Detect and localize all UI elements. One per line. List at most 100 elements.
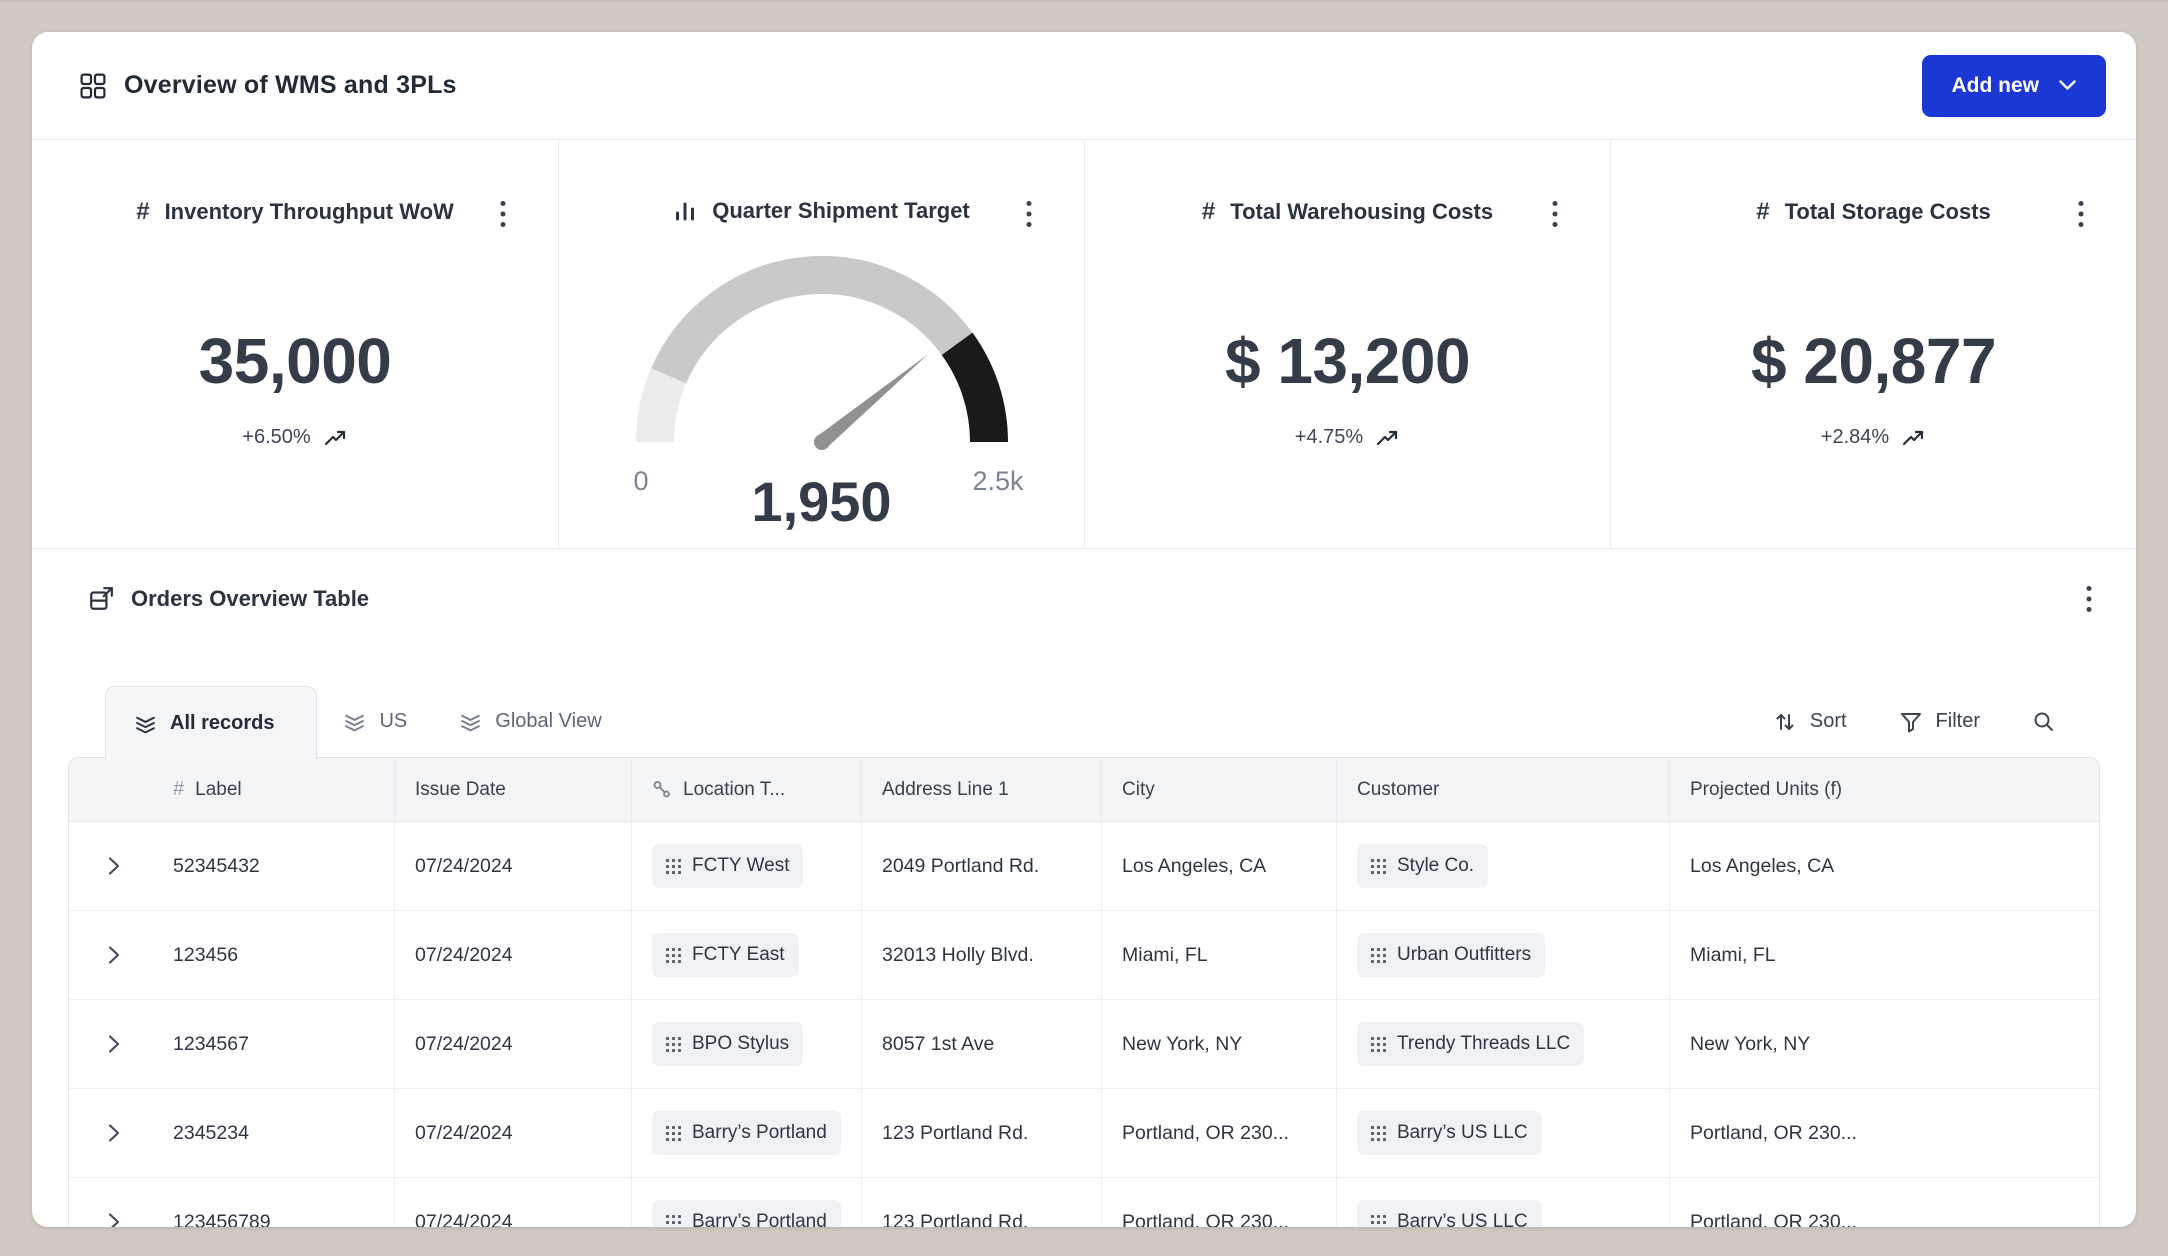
- row-expand-chevron-icon[interactable]: [107, 1123, 121, 1143]
- gauge-needle: [810, 348, 933, 453]
- cell-issue-date: 07/24/2024: [394, 1000, 631, 1088]
- cell-address: 123 Portland Rd.: [861, 1178, 1101, 1227]
- search-button[interactable]: [2032, 710, 2056, 734]
- tab-label: All records: [170, 712, 274, 735]
- grid-dots-icon: [666, 948, 681, 963]
- customer-chip[interactable]: Trendy Threads LLC: [1357, 1022, 1584, 1066]
- filter-button[interactable]: Filter: [1899, 710, 1980, 734]
- kpi-card-warehousing-costs: # Total Warehousing Costs $ 13,200 +4.75…: [1084, 140, 1610, 548]
- cell-customer: Trendy Threads LLC: [1336, 1000, 1669, 1088]
- grid-dots-icon: [666, 859, 681, 874]
- kebab-menu-icon[interactable]: [1552, 200, 1558, 228]
- kpi-title: Total Warehousing Costs: [1230, 199, 1493, 225]
- number-field-icon: #: [1202, 198, 1215, 226]
- column-header-city: City: [1101, 758, 1336, 821]
- sort-arrows-icon: [1773, 710, 1797, 734]
- trending-up-icon: [1902, 428, 1926, 448]
- kebab-menu-icon[interactable]: [1026, 200, 1032, 228]
- layers-icon: [343, 710, 366, 733]
- cell-address: 123 Portland Rd.: [861, 1089, 1101, 1177]
- tab-us[interactable]: US: [317, 685, 433, 758]
- table-controls: Sort Filter: [1773, 710, 2100, 734]
- row-expand-chevron-icon[interactable]: [107, 856, 121, 876]
- column-header-customer: Customer: [1336, 758, 1669, 821]
- grid-dots-icon: [1371, 1215, 1386, 1228]
- cell-customer: Style Co.: [1336, 822, 1669, 910]
- kpi-delta-text: +2.84%: [1821, 426, 1889, 449]
- kpi-value: 35,000: [32, 324, 558, 398]
- kpi-card-quarter-shipment-target: Quarter Shipment Target 0 2.5k 1,950: [558, 140, 1084, 548]
- cell-label: 52345432: [69, 822, 394, 910]
- sort-button[interactable]: Sort: [1773, 710, 1847, 734]
- cell-projected-units: New York, NY: [1669, 1000, 2099, 1088]
- kebab-menu-icon[interactable]: [2086, 585, 2092, 613]
- gauge-max-label: 2.5k: [972, 466, 1023, 497]
- grid-dots-icon: [1371, 948, 1386, 963]
- filter-label: Filter: [1936, 710, 1980, 733]
- dashboard-window: Overview of WMS and 3PLs Add new # Inven…: [32, 32, 2136, 1227]
- kpi-delta: +2.84%: [1611, 426, 2136, 449]
- cell-location: FCTY East: [631, 911, 861, 999]
- search-icon: [2032, 710, 2056, 734]
- location-chip[interactable]: FCTY East: [652, 933, 799, 977]
- row-expand-chevron-icon[interactable]: [107, 945, 121, 965]
- cell-location: FCTY West: [631, 822, 861, 910]
- table-row: 52345432 07/24/2024 FCTY West 2049 Portl…: [69, 822, 2099, 911]
- cell-label: 123456789: [69, 1178, 394, 1227]
- grid-dots-icon: [1371, 1037, 1386, 1052]
- column-header-address: Address Line 1: [861, 758, 1101, 821]
- kpi-card-header: # Inventory Throughput WoW: [32, 198, 558, 226]
- row-expand-chevron-icon[interactable]: [107, 1212, 121, 1227]
- grid-dots-icon: [1371, 1126, 1386, 1141]
- location-chip[interactable]: Barry’s Portland: [652, 1111, 841, 1155]
- kpi-title: Total Storage Costs: [1785, 199, 1991, 225]
- location-chip[interactable]: FCTY West: [652, 844, 803, 888]
- chevron-down-icon: [2059, 80, 2076, 91]
- gauge-min-label: 0: [634, 466, 649, 497]
- column-header-label: # Label: [69, 758, 394, 821]
- gauge-chart: 0 2.5k 1,950: [632, 252, 1012, 534]
- cell-address: 2049 Portland Rd.: [861, 822, 1101, 910]
- trending-up-icon: [324, 428, 348, 448]
- cell-customer: Barry’s US LLC: [1336, 1178, 1669, 1227]
- tab-global-view[interactable]: Global View: [433, 685, 627, 758]
- location-chip[interactable]: Barry’s Portland: [652, 1200, 841, 1227]
- cell-customer: Barry’s US LLC: [1336, 1089, 1669, 1177]
- kpi-card-inventory-throughput: # Inventory Throughput WoW 35,000 +6.50%: [32, 140, 558, 548]
- number-field-icon: #: [173, 778, 184, 801]
- customer-chip[interactable]: Style Co.: [1357, 844, 1488, 888]
- cell-customer: Urban Outfitters: [1336, 911, 1669, 999]
- kebab-menu-icon[interactable]: [500, 200, 506, 228]
- page-title: Overview of WMS and 3PLs: [124, 71, 457, 100]
- kpi-row: # Inventory Throughput WoW 35,000 +6.50%: [32, 140, 2136, 549]
- cell-city: Portland, OR 230...: [1101, 1089, 1336, 1177]
- expand-table-icon: [88, 586, 114, 612]
- grid-dots-icon: [666, 1037, 681, 1052]
- table-row: 2345234 07/24/2024 Barry’s Portland 123 …: [69, 1089, 2099, 1178]
- customer-chip[interactable]: Barry’s US LLC: [1357, 1111, 1542, 1155]
- customer-chip[interactable]: Barry’s US LLC: [1357, 1200, 1542, 1227]
- row-expand-chevron-icon[interactable]: [107, 1034, 121, 1054]
- location-chip[interactable]: BPO Stylus: [652, 1022, 803, 1066]
- filter-funnel-icon: [1899, 710, 1923, 734]
- grid-dots-icon: [666, 1215, 681, 1228]
- kpi-value: $ 20,877: [1611, 324, 2136, 398]
- add-new-button[interactable]: Add new: [1922, 55, 2107, 117]
- add-new-label: Add new: [1952, 74, 2040, 98]
- table-row: 123456789 07/24/2024 Barry’s Portland 12…: [69, 1178, 2099, 1227]
- cell-issue-date: 07/24/2024: [394, 1178, 631, 1227]
- kpi-card-storage-costs: # Total Storage Costs $ 20,877 +2.84%: [1610, 140, 2136, 548]
- number-field-icon: #: [1756, 198, 1769, 226]
- cell-projected-units: Portland, OR 230...: [1669, 1178, 2099, 1227]
- table-body: 52345432 07/24/2024 FCTY West 2049 Portl…: [69, 822, 2099, 1227]
- tab-all-records[interactable]: All records: [105, 686, 317, 760]
- bar-chart-icon: [673, 199, 697, 223]
- customer-chip[interactable]: Urban Outfitters: [1357, 933, 1545, 977]
- relation-icon: [652, 780, 672, 800]
- tab-label: Global View: [495, 710, 601, 733]
- cell-city: Portland, OR 230...: [1101, 1178, 1336, 1227]
- cell-address: 32013 Holly Blvd.: [861, 911, 1101, 999]
- kebab-menu-icon[interactable]: [2078, 200, 2084, 228]
- cell-label: 1234567: [69, 1000, 394, 1088]
- top-bar: Overview of WMS and 3PLs Add new: [32, 32, 2136, 140]
